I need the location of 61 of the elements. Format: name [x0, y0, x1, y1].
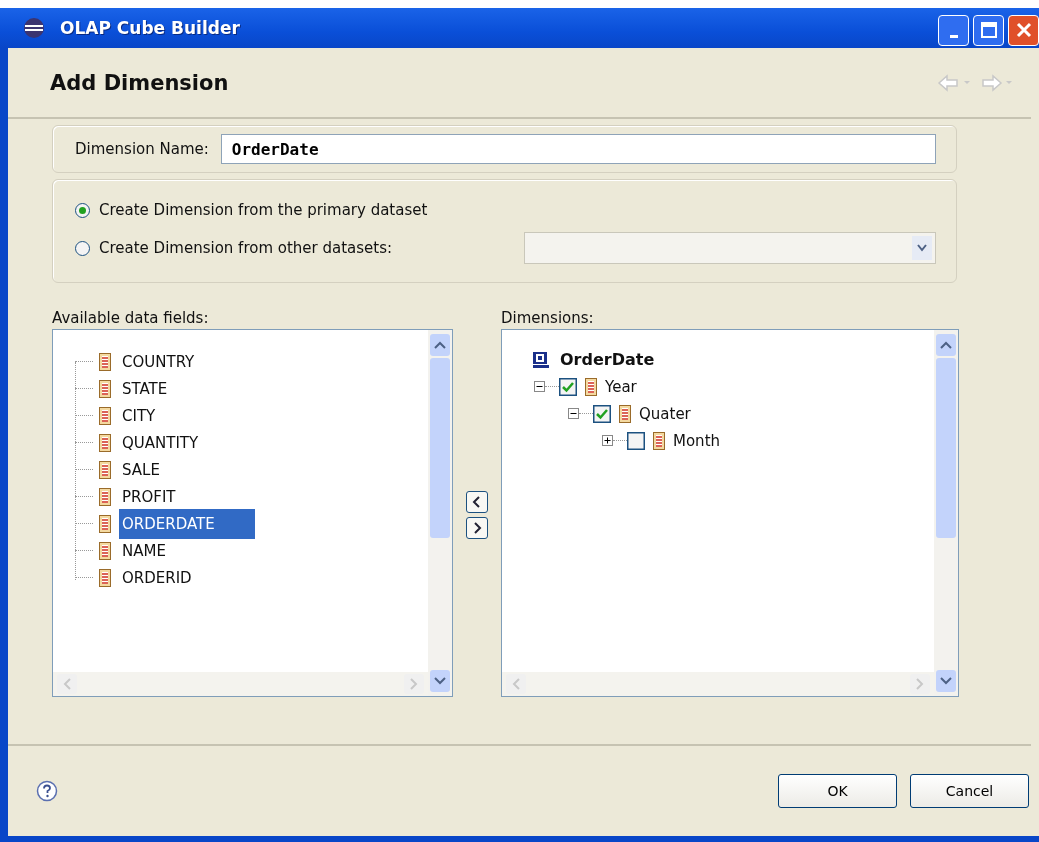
dimension-name-field[interactable]: OrderDate — [220, 134, 936, 164]
field-icon — [653, 431, 665, 450]
vertical-scrollbar[interactable] — [934, 330, 958, 696]
caret-icon — [917, 244, 927, 252]
chevron-right-icon — [916, 678, 924, 690]
chevron-left-icon — [512, 678, 520, 690]
minimize-icon — [949, 34, 958, 38]
checkbox[interactable] — [559, 377, 577, 396]
field-icon — [99, 541, 111, 560]
tree-item[interactable]: Quater — [639, 404, 691, 423]
expander-icon[interactable] — [534, 381, 545, 392]
move-right-button[interactable] — [466, 517, 488, 539]
minimize-button[interactable] — [938, 14, 969, 46]
close-button[interactable] — [1008, 14, 1039, 46]
chevron-down-icon — [940, 677, 952, 685]
tree-item[interactable]: OrderDate — [560, 350, 655, 369]
list-label: Dimensions: — [501, 309, 595, 327]
tree-item[interactable]: Month — [673, 431, 720, 450]
expander-icon[interactable] — [602, 435, 613, 446]
list-label: Available data fields: — [52, 309, 210, 327]
vertical-scrollbar[interactable] — [428, 330, 452, 696]
field-icon — [99, 433, 111, 452]
expander-icon[interactable] — [568, 408, 579, 419]
radio-button[interactable] — [75, 202, 90, 218]
field-icon — [99, 352, 111, 371]
maximize-button[interactable] — [973, 14, 1004, 46]
globe-icon — [22, 16, 46, 40]
checkbox[interactable] — [593, 404, 611, 423]
chevron-left-icon — [472, 496, 482, 508]
chevron-left-icon — [63, 678, 71, 690]
move-left-button[interactable] — [466, 491, 488, 513]
field-icon — [99, 379, 111, 398]
maximize-icon — [979, 21, 998, 39]
close-icon — [1014, 21, 1033, 39]
window-title: OLAP Cube Builder — [60, 18, 240, 38]
field-icon — [585, 377, 597, 396]
help-icon[interactable] — [36, 780, 58, 802]
field-icon — [619, 404, 631, 423]
field-icon — [99, 487, 111, 506]
field-icon — [99, 514, 111, 533]
chevron-right-icon — [472, 522, 482, 534]
field-icon — [99, 460, 111, 479]
tree-item[interactable]: Year — [605, 377, 637, 396]
field-icon — [99, 406, 111, 425]
chevron-right-icon — [410, 678, 418, 690]
field-label: Dimension Name: — [75, 140, 209, 158]
ok-button[interactable]: OK — [778, 774, 897, 808]
chevron-down-icon — [434, 677, 446, 685]
chevron-up-icon — [940, 341, 952, 349]
dimension-icon — [532, 350, 550, 369]
radio-button[interactable] — [75, 240, 90, 256]
radio-label[interactable]: Create Dimension from the primary dataset — [99, 201, 428, 219]
field-icon — [99, 568, 111, 587]
page-title: Add Dimension — [50, 70, 229, 95]
checkbox[interactable] — [627, 431, 645, 450]
horizontal-scrollbar[interactable] — [502, 672, 934, 696]
chevron-up-icon — [434, 341, 446, 349]
field-item[interactable]: ORDERDATE — [119, 508, 255, 539]
cancel-button[interactable]: Cancel — [910, 774, 1029, 808]
horizontal-scrollbar[interactable] — [53, 672, 428, 696]
radio-label[interactable]: Create Dimension from other datasets: — [99, 239, 393, 257]
